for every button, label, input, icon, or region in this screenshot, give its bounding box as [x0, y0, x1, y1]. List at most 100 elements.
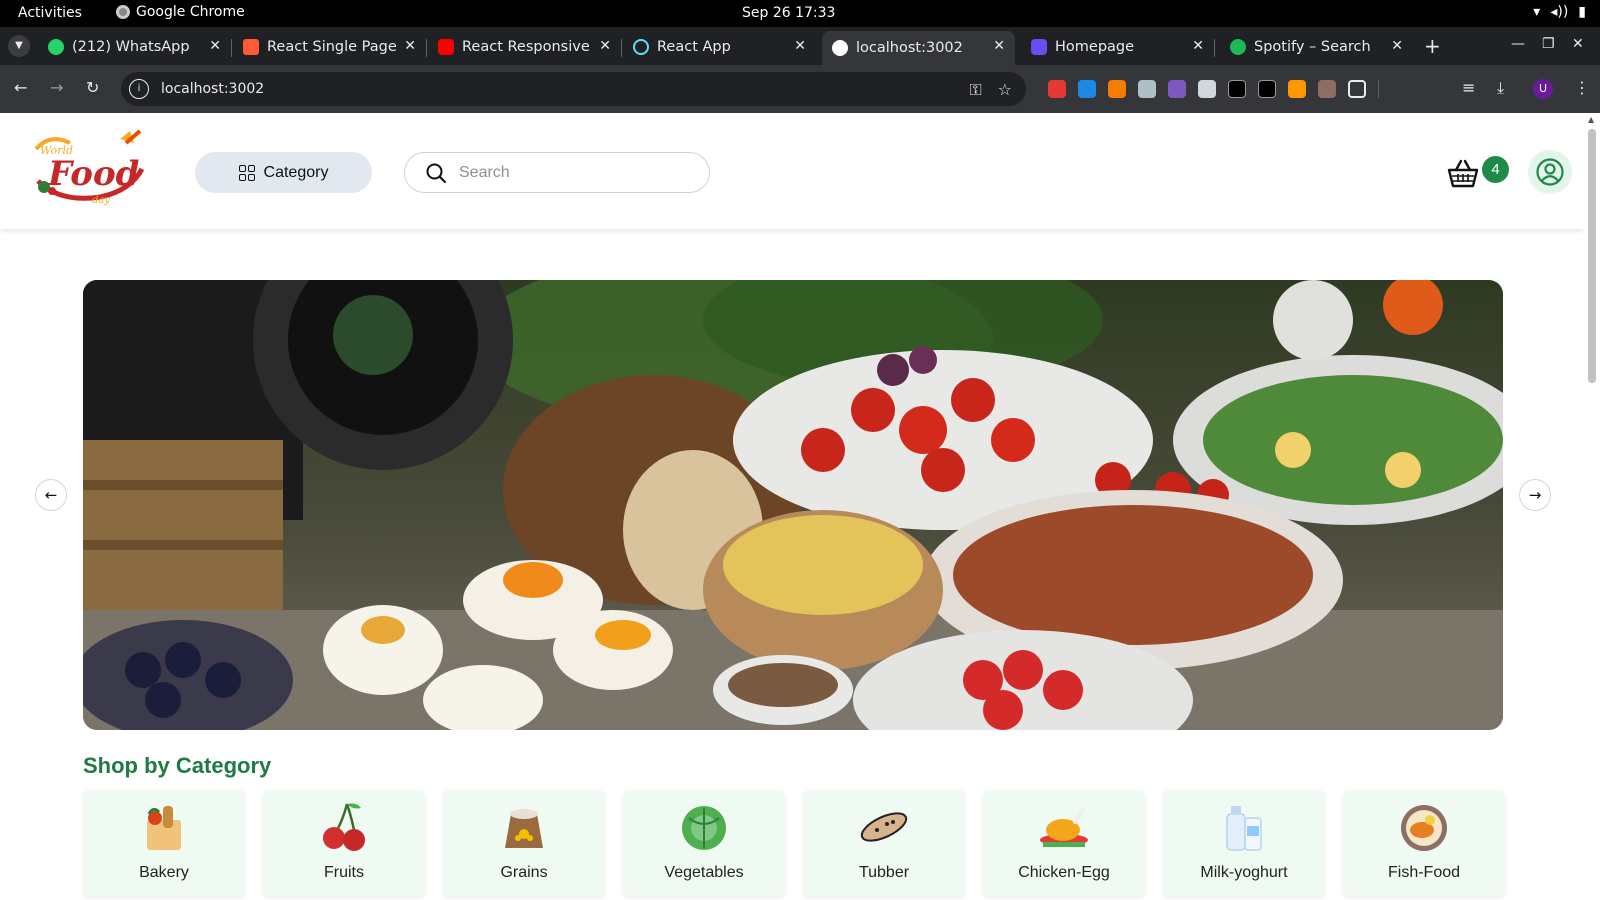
close-icon[interactable]: ✕ — [1391, 38, 1403, 54]
tab-react-single-page[interactable]: React Single Page ✕ — [233, 31, 427, 63]
user-circle-icon — [1536, 158, 1564, 186]
page-scrollbar[interactable]: ▲ — [1584, 113, 1600, 900]
category-card-fish-food[interactable]: Fish-Food — [1343, 790, 1505, 896]
tab-search-button[interactable]: ▼ — [8, 35, 30, 57]
extension-icon[interactable] — [1228, 80, 1246, 98]
category-label: Grains — [500, 864, 548, 881]
extension-icon[interactable] — [1258, 80, 1276, 98]
extension-icon[interactable] — [1108, 80, 1126, 98]
category-label: Bakery — [139, 864, 189, 881]
search-box[interactable] — [404, 152, 710, 193]
extension-icon[interactable] — [1288, 80, 1306, 98]
tab-label: React Single Page — [267, 39, 397, 55]
cherry-icon — [323, 803, 365, 851]
world-food-day-logo[interactable]: World Food day — [30, 129, 150, 209]
close-icon[interactable]: ✕ — [599, 38, 611, 54]
tab-label: Homepage — [1055, 39, 1135, 55]
tab-localhost[interactable]: localhost:3002 ✕ — [822, 31, 1015, 65]
new-tab-icon[interactable]: + — [1424, 34, 1441, 58]
close-icon[interactable]: ✕ — [404, 38, 416, 54]
category-label: Vegetables — [664, 864, 744, 881]
site-info-icon[interactable]: i — [129, 79, 149, 99]
os-top-bar: Activities Google Chrome Sep 26 17:33 ▾ … — [0, 0, 1600, 27]
extension-icon[interactable] — [1318, 80, 1336, 98]
activities-button[interactable]: Activities — [18, 5, 82, 21]
extension-icon[interactable] — [1078, 80, 1096, 98]
vercel-triangle-icon — [832, 40, 848, 56]
category-card-fruits[interactable]: Fruits — [263, 790, 425, 896]
extension-icon[interactable] — [1048, 80, 1066, 98]
close-window-icon[interactable]: ✕ — [1572, 36, 1584, 52]
tab-label: (212) WhatsApp — [72, 39, 190, 55]
tab-react-app[interactable]: React App ✕ — [623, 31, 816, 63]
profile-avatar[interactable]: U — [1533, 79, 1553, 99]
tab-whatsapp[interactable]: (212) WhatsApp ✕ — [38, 31, 232, 63]
grain-sack-icon — [505, 809, 543, 848]
category-label: Chicken-Egg — [1018, 864, 1110, 881]
back-icon[interactable]: ← — [14, 78, 27, 97]
whatsapp-icon — [48, 39, 64, 55]
close-icon[interactable]: ✕ — [993, 38, 1005, 54]
bookmark-star-icon[interactable]: ☆ — [998, 80, 1012, 100]
scroll-thumb[interactable] — [1588, 129, 1596, 383]
category-card-chicken-egg[interactable]: Chicken-Egg — [983, 790, 1145, 896]
site-header: World Food day Category 4 — [0, 113, 1584, 229]
category-card-milk-yoghurt[interactable]: Milk-yoghurt — [1163, 790, 1325, 896]
grid-icon — [238, 164, 255, 181]
puzzle-extensions-icon[interactable] — [1348, 80, 1366, 98]
app-menu[interactable]: Google Chrome — [116, 4, 245, 20]
food-table-photo — [83, 280, 1503, 730]
extensions-row — [1048, 80, 1379, 98]
hero-carousel-image — [83, 280, 1503, 730]
carousel-next-button[interactable]: → — [1519, 479, 1551, 511]
category-card-grains[interactable]: Grains — [443, 790, 605, 896]
svg-text:Food: Food — [47, 154, 140, 194]
tab-label: React App — [657, 39, 731, 55]
tab-spotify[interactable]: Spotify – Search ✕ — [1220, 31, 1413, 63]
category-card-vegetables[interactable]: Vegetables — [623, 790, 785, 896]
reload-icon[interactable]: ↻ — [86, 78, 99, 97]
address-bar[interactable]: i localhost:3002 ⚿ ☆ — [121, 72, 1026, 106]
close-icon[interactable]: ✕ — [794, 38, 806, 54]
restore-icon[interactable]: ❐ — [1542, 36, 1555, 52]
carousel-prev-button[interactable]: ← — [35, 479, 67, 511]
tab-react-responsive[interactable]: React Responsive ✕ — [428, 31, 622, 63]
fish-plate-icon — [1401, 805, 1447, 851]
bakery-bag-icon — [147, 806, 181, 850]
category-card-tubber[interactable]: Tubber — [803, 790, 965, 896]
address-text[interactable]: localhost:3002 — [161, 81, 264, 97]
chrome-icon — [116, 5, 130, 19]
tab-label: React Responsive — [462, 39, 590, 55]
extension-icon[interactable] — [1138, 80, 1156, 98]
category-button[interactable]: Category — [195, 152, 372, 193]
password-key-icon[interactable]: ⚿ — [969, 80, 981, 100]
account-button[interactable] — [1528, 150, 1572, 194]
milk-bottle-icon — [1226, 806, 1262, 851]
react-single-page-icon — [243, 39, 259, 55]
category-button-label: Category — [263, 163, 329, 181]
minimize-icon[interactable]: — — [1511, 36, 1525, 52]
clock[interactable]: Sep 26 17:33 — [742, 5, 835, 21]
cabbage-icon — [682, 806, 726, 850]
category-label: Fish-Food — [1387, 864, 1461, 881]
battery-icon: ▮ — [1578, 4, 1586, 20]
search-input[interactable] — [459, 163, 679, 182]
basket-icon[interactable] — [1443, 154, 1483, 194]
wifi-icon: ▾ — [1533, 4, 1541, 20]
scroll-up-icon[interactable]: ▲ — [1588, 115, 1594, 124]
download-icon[interactable]: ⤓ — [1497, 78, 1504, 98]
close-icon[interactable]: ✕ — [209, 38, 221, 54]
forward-icon[interactable]: → — [50, 78, 63, 97]
tab-homepage[interactable]: Homepage ✕ — [1021, 31, 1215, 63]
search-icon — [426, 163, 447, 183]
app-name: Google Chrome — [136, 4, 245, 20]
category-card-bakery[interactable]: Bakery — [83, 790, 245, 896]
chrome-menu-icon[interactable]: ⋮ — [1574, 78, 1590, 97]
extension-icon[interactable] — [1168, 80, 1186, 98]
media-queue-icon[interactable]: ≡ — [1462, 78, 1475, 97]
system-tray[interactable]: ▾ ◂)) ▮ — [1533, 4, 1586, 20]
extension-icon[interactable] — [1198, 80, 1216, 98]
svg-text:day: day — [92, 195, 110, 206]
close-icon[interactable]: ✕ — [1192, 38, 1204, 54]
react-icon — [633, 39, 649, 55]
